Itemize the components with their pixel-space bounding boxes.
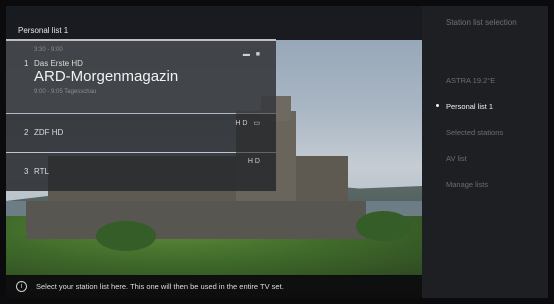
station-number: 3 xyxy=(24,167,29,176)
station-row[interactable]: 2 ZDF HD HD ▭ xyxy=(6,114,276,152)
menu-item-label: AV list xyxy=(446,154,467,163)
info-bar: i Select your station list here. This on… xyxy=(6,275,422,298)
menu-header: Station list selection xyxy=(446,18,517,27)
station-row-selected[interactable]: 3:30 - 9:00 1 Das Erste HD ▬ ■ ARD-Morge… xyxy=(6,41,276,113)
station-list-selection-menu: Station list selection ASTRA 19.2°E Pers… xyxy=(422,6,548,298)
list-title: Personal list 1 xyxy=(18,26,69,35)
station-number: 2 xyxy=(24,128,29,137)
list-header: Personal list 1 xyxy=(6,6,422,41)
program-time: 3:30 - 9:00 xyxy=(34,47,63,53)
tv-screen: Personal list 1 3:30 - 9:00 1 Das Erste … xyxy=(6,6,548,298)
bush xyxy=(96,221,156,251)
menu-item-label: ASTRA 19.2°E xyxy=(446,76,496,85)
station-number: 1 xyxy=(24,59,29,68)
next-program: 9:00 - 9:05 Tagesschau xyxy=(34,89,97,95)
station-row[interactable]: 3 RTL HD xyxy=(6,153,276,191)
station-icons: HD ▭ xyxy=(235,120,262,127)
current-program: ARD-Morgenmagazin xyxy=(34,68,179,85)
selected-bullet-icon xyxy=(436,104,439,107)
info-icon: i xyxy=(16,281,27,292)
info-text: Select your station list here. This one … xyxy=(36,282,284,291)
station-name: ZDF HD xyxy=(34,128,64,137)
menu-item-astra[interactable]: ASTRA 19.2°E xyxy=(446,76,495,85)
menu-item-selected-stations[interactable]: Selected stations xyxy=(446,128,503,137)
menu-item-label: Selected stations xyxy=(446,128,504,137)
menu-item-av-list[interactable]: AV list xyxy=(446,154,467,163)
station-icons: ▬ ■ xyxy=(242,51,262,58)
menu-item-label: Manage lists xyxy=(446,180,489,189)
station-name: Das Erste HD xyxy=(34,59,83,68)
menu-item-label: Personal list 1 xyxy=(446,102,494,111)
station-name: RTL xyxy=(34,167,49,176)
station-icons: HD xyxy=(247,158,262,165)
bush xyxy=(356,211,411,241)
menu-item-manage-lists[interactable]: Manage lists xyxy=(446,180,488,189)
menu-item-personal-list-1[interactable]: Personal list 1 xyxy=(436,102,494,111)
castle-wall xyxy=(26,201,366,239)
